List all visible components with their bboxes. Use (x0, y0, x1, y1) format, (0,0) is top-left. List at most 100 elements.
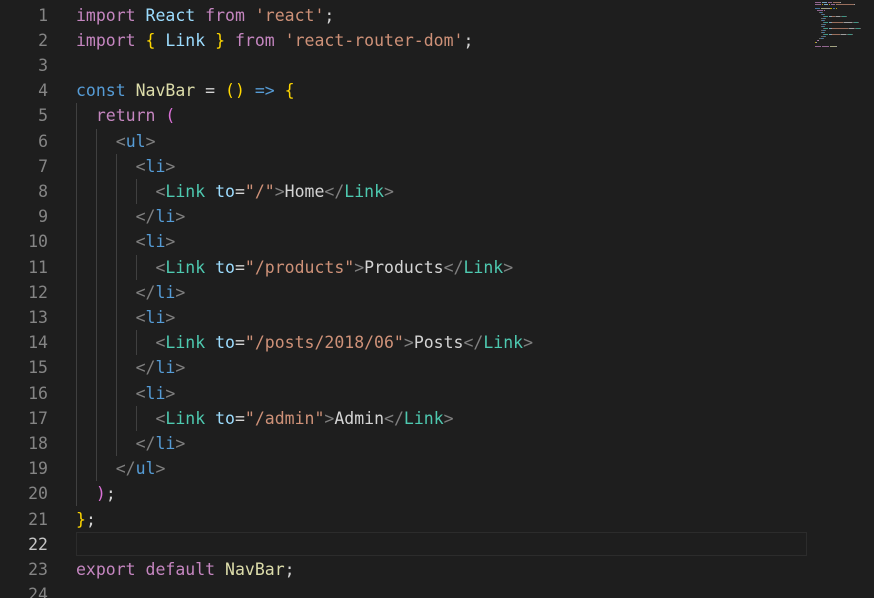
code-token: default (145, 559, 216, 579)
minimap-token (852, 34, 853, 35)
code-line[interactable]: 16 <li> (0, 381, 874, 406)
minimap-token (817, 10, 823, 11)
minimap-token (844, 22, 852, 23)
code-line[interactable]: 12 </li> (0, 280, 874, 305)
code-token: from (234, 30, 275, 50)
code-token: > (384, 181, 394, 201)
code-token: { (284, 81, 295, 101)
code-line[interactable]: 1 import React from 'react'; (0, 3, 874, 28)
code-token: </ (324, 181, 345, 201)
minimap-token (824, 4, 828, 5)
minimap-token (825, 24, 826, 25)
code-text: <li> (76, 381, 176, 406)
code-token: } (215, 30, 226, 50)
minimap[interactable] (815, 2, 863, 52)
minimap-token (836, 8, 837, 9)
code-token: 'react' (254, 5, 325, 25)
code-line[interactable]: 2 import { Link } from 'react-router-dom'… (0, 28, 874, 53)
code-token: > (274, 181, 285, 201)
code-line[interactable]: 3 (0, 53, 874, 78)
line-number: 9 (38, 207, 48, 227)
code-token: < (135, 156, 146, 176)
minimap-token (824, 10, 825, 11)
code-line[interactable]: 4 const NavBar = () => { (0, 78, 874, 103)
code-token: < (135, 307, 146, 327)
minimap-token (822, 46, 829, 47)
code-line[interactable]: 14 <Link to="/posts/2018/06">Posts</Link… (0, 330, 874, 355)
code-token: Link (165, 408, 206, 428)
code-text: <Link to="/posts/2018/06">Posts</Link> (76, 330, 533, 355)
code-line[interactable]: 8 <Link to="/">Home</Link> (0, 179, 874, 204)
code-token: import (76, 5, 136, 25)
line-number: 4 (38, 81, 48, 101)
code-token: li (145, 232, 166, 252)
code-line[interactable]: 6 <ul> (0, 129, 874, 154)
code-token: "/products" (244, 257, 355, 277)
minimap-token (858, 22, 859, 23)
code-line[interactable]: 9 </li> (0, 204, 874, 229)
code-line[interactable]: 13 <li> (0, 305, 874, 330)
code-token: ; (284, 559, 295, 579)
code-token: to (215, 333, 235, 353)
code-token: from (205, 5, 245, 25)
line-number: 24 (28, 585, 48, 598)
minimap-token (815, 46, 821, 47)
line-number: 6 (38, 131, 48, 151)
code-line[interactable]: 23 export default NavBar; (0, 557, 874, 582)
code-token: > (165, 156, 176, 176)
code-token: ul (135, 459, 156, 479)
code-line[interactable]: 18 </li> (0, 431, 874, 456)
minimap-token (824, 32, 825, 33)
code-token: < (135, 383, 146, 403)
minimap-token (818, 40, 819, 41)
minimap-token (828, 2, 832, 3)
line-number: 10 (28, 232, 48, 252)
minimap-token (824, 20, 825, 21)
code-token: "/admin" (244, 408, 325, 428)
line-number: 2 (38, 30, 48, 50)
minimap-token (815, 2, 821, 3)
code-line[interactable]: 17 <Link to="/admin">Admin</Link> (0, 406, 874, 431)
code-token: Link (165, 257, 206, 277)
code-token: </ (443, 257, 464, 277)
code-line[interactable]: 24 (0, 582, 874, 598)
code-line[interactable]: 19 </ul> (0, 456, 874, 481)
minimap-token (824, 14, 825, 15)
code-token: to (215, 181, 235, 201)
minimap-token (832, 34, 840, 35)
code-token: li (145, 307, 166, 327)
code-editor[interactable]: 1 import React from 'react'; 2 import { Lin… (0, 0, 874, 598)
code-line[interactable]: 22 (0, 532, 874, 557)
code-line[interactable]: 5 return ( (0, 103, 874, 128)
code-token: li (155, 207, 176, 227)
code-line[interactable]: 7 <li> (0, 154, 874, 179)
minimap-token (822, 4, 823, 5)
code-line[interactable]: 20 ); (0, 481, 874, 506)
line-number: 8 (38, 181, 48, 201)
code-line[interactable]: 10 <li> (0, 229, 874, 254)
code-text: <li> (76, 154, 176, 179)
minimap-token (854, 4, 855, 5)
code-token: => (254, 81, 275, 101)
minimap-token (833, 8, 835, 9)
code-token: </ (135, 282, 156, 302)
code-token: = (234, 257, 245, 277)
minimap-token (832, 22, 843, 23)
code-line[interactable]: 15 </li> (0, 355, 874, 380)
code-text: import { Link } from 'react-router-dom'; (76, 28, 473, 53)
minimap-token (824, 28, 828, 29)
code-line[interactable]: 11 <Link to="/products">Products</Link> (0, 255, 874, 280)
minimap-token (822, 2, 827, 3)
code-line[interactable]: 21}; (0, 507, 874, 532)
code-token: > (165, 232, 176, 252)
code-token: = (234, 181, 245, 201)
